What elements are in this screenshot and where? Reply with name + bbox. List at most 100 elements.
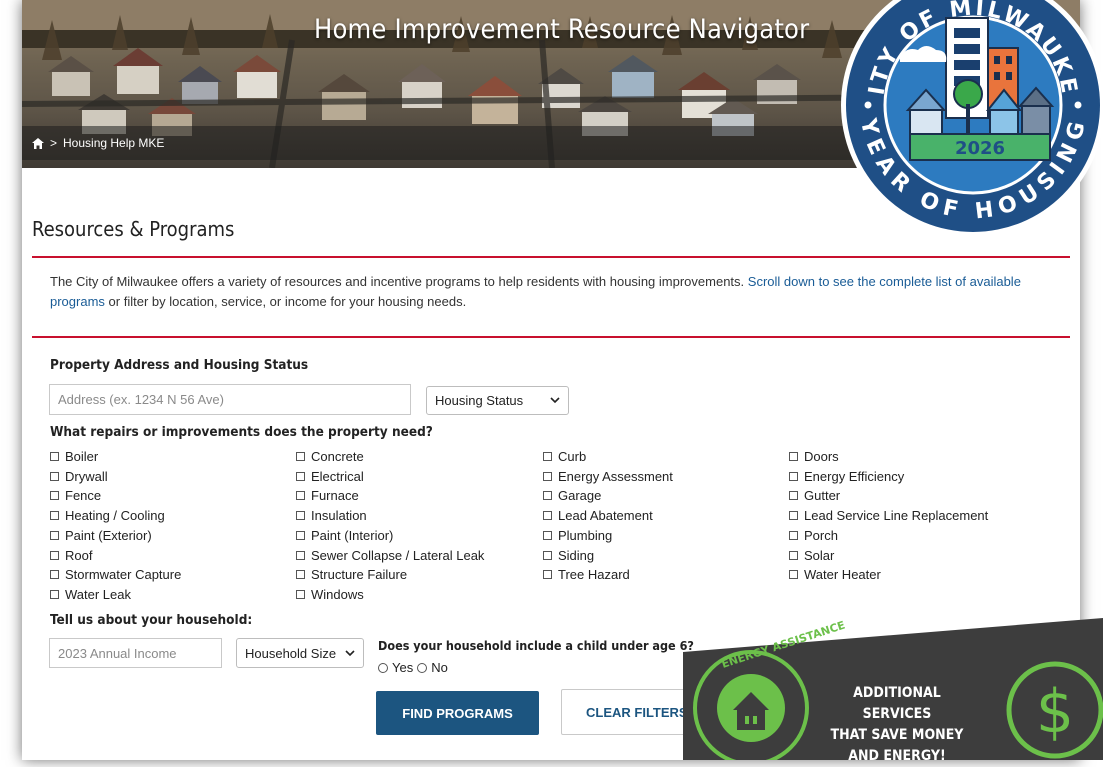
repair-checkbox[interactable] xyxy=(50,530,59,540)
repair-checkbox[interactable] xyxy=(50,589,59,599)
find-programs-button[interactable]: FIND PROGRAMS xyxy=(376,691,539,735)
repair-checkbox[interactable] xyxy=(296,550,305,560)
repair-label[interactable]: Lead Service Line Replacement xyxy=(804,508,988,523)
repair-label[interactable]: Windows xyxy=(311,587,364,602)
breadcrumb-current[interactable]: Housing Help MKE xyxy=(63,136,164,150)
repair-option[interactable]: Energy Assessment xyxy=(543,469,673,484)
repair-label[interactable]: Boiler xyxy=(65,449,98,464)
repair-option[interactable]: Windows xyxy=(296,587,364,602)
repair-option[interactable]: Stormwater Capture xyxy=(50,567,181,582)
repair-checkbox[interactable] xyxy=(296,471,305,481)
repair-label[interactable]: Furnace xyxy=(311,488,359,503)
repair-checkbox[interactable] xyxy=(296,530,305,540)
repair-checkbox[interactable] xyxy=(789,511,798,521)
repair-label[interactable]: Energy Assessment xyxy=(558,469,673,484)
repair-checkbox[interactable] xyxy=(50,452,59,461)
repair-checkbox[interactable] xyxy=(50,471,59,481)
no-label[interactable]: No xyxy=(431,660,448,675)
repair-option[interactable]: Gutter xyxy=(789,488,840,503)
repair-checkbox[interactable] xyxy=(789,550,798,560)
repair-option[interactable]: Water Leak xyxy=(50,587,131,602)
repair-label[interactable]: Fence xyxy=(65,488,101,503)
repair-checkbox[interactable] xyxy=(296,452,305,461)
repair-label[interactable]: Sewer Collapse / Lateral Leak xyxy=(311,548,484,563)
repair-checkbox[interactable] xyxy=(789,491,798,501)
repair-checkbox[interactable] xyxy=(50,511,59,521)
repair-label[interactable]: Energy Efficiency xyxy=(804,469,904,484)
repair-checkbox[interactable] xyxy=(543,471,552,481)
repair-option[interactable]: Paint (Interior) xyxy=(296,528,393,543)
repair-checkbox[interactable] xyxy=(789,530,798,540)
repair-option[interactable]: Lead Service Line Replacement xyxy=(789,508,988,523)
repair-option[interactable]: Roof xyxy=(50,548,92,563)
repair-checkbox[interactable] xyxy=(789,570,798,580)
repair-checkbox[interactable] xyxy=(50,491,59,501)
repair-checkbox[interactable] xyxy=(50,570,59,580)
repair-checkbox[interactable] xyxy=(543,530,552,540)
repair-checkbox[interactable] xyxy=(789,471,798,481)
repair-option[interactable]: Concrete xyxy=(296,449,364,464)
home-icon[interactable] xyxy=(32,137,44,149)
repair-option[interactable]: Fence xyxy=(50,488,101,503)
repair-option[interactable]: Drywall xyxy=(50,469,108,484)
yes-label[interactable]: Yes xyxy=(392,660,413,675)
repair-label[interactable]: Heating / Cooling xyxy=(65,508,165,523)
repair-label[interactable]: Doors xyxy=(804,449,839,464)
repair-option[interactable]: Insulation xyxy=(296,508,367,523)
repair-checkbox[interactable] xyxy=(543,491,552,501)
repair-option[interactable]: Siding xyxy=(543,548,594,563)
repair-label[interactable]: Siding xyxy=(558,548,594,563)
repair-checkbox[interactable] xyxy=(296,491,305,501)
repair-option[interactable]: Tree Hazard xyxy=(543,567,630,582)
repair-label[interactable]: Plumbing xyxy=(558,528,612,543)
repair-option[interactable]: Doors xyxy=(789,449,839,464)
repair-option[interactable]: Heating / Cooling xyxy=(50,508,165,523)
repair-label[interactable]: Solar xyxy=(804,548,834,563)
repair-option[interactable]: Paint (Exterior) xyxy=(50,528,152,543)
promo-text[interactable]: ADDITIONAL SERVICES THAT SAVE MONEY AND … xyxy=(822,683,972,767)
repair-option[interactable]: Energy Efficiency xyxy=(789,469,904,484)
repair-label[interactable]: Electrical xyxy=(311,469,364,484)
repair-option[interactable]: Boiler xyxy=(50,449,98,464)
yes-radio[interactable] xyxy=(378,662,388,673)
repair-label[interactable]: Garage xyxy=(558,488,601,503)
repair-checkbox[interactable] xyxy=(543,570,552,580)
repair-option[interactable]: Furnace xyxy=(296,488,359,503)
repair-checkbox[interactable] xyxy=(543,511,552,521)
household-size-select[interactable]: Household Size xyxy=(236,638,364,668)
repair-label[interactable]: Water Heater xyxy=(804,567,881,582)
repair-checkbox[interactable] xyxy=(50,550,59,560)
repair-option[interactable]: Plumbing xyxy=(543,528,612,543)
repair-checkbox[interactable] xyxy=(543,452,552,461)
repair-label[interactable]: Gutter xyxy=(804,488,840,503)
repair-option[interactable]: Structure Failure xyxy=(296,567,407,582)
repair-option[interactable]: Solar xyxy=(789,548,834,563)
annual-income-input[interactable]: 2023 Annual Income xyxy=(49,638,222,668)
repair-label[interactable]: Lead Abatement xyxy=(558,508,653,523)
repair-label[interactable]: Structure Failure xyxy=(311,567,407,582)
repair-label[interactable]: Insulation xyxy=(311,508,367,523)
repair-option[interactable]: Electrical xyxy=(296,469,364,484)
repair-checkbox[interactable] xyxy=(789,452,798,461)
repair-checkbox[interactable] xyxy=(296,589,305,599)
repair-label[interactable]: Paint (Exterior) xyxy=(65,528,152,543)
repair-label[interactable]: Paint (Interior) xyxy=(311,528,393,543)
repair-option[interactable]: Porch xyxy=(789,528,838,543)
no-radio[interactable] xyxy=(417,662,428,673)
repair-option[interactable]: Garage xyxy=(543,488,601,503)
repair-label[interactable]: Porch xyxy=(804,528,838,543)
repair-label[interactable]: Water Leak xyxy=(65,587,131,602)
housing-status-select[interactable]: Housing Status xyxy=(426,386,569,415)
repair-label[interactable]: Drywall xyxy=(65,469,108,484)
repair-option[interactable]: Curb xyxy=(543,449,586,464)
repair-label[interactable]: Roof xyxy=(65,548,92,563)
repair-checkbox[interactable] xyxy=(296,570,305,580)
repair-checkbox[interactable] xyxy=(543,550,552,560)
repair-label[interactable]: Tree Hazard xyxy=(558,567,630,582)
repair-option[interactable]: Water Heater xyxy=(789,567,881,582)
repair-label[interactable]: Stormwater Capture xyxy=(65,567,181,582)
repair-label[interactable]: Curb xyxy=(558,449,586,464)
repair-label[interactable]: Concrete xyxy=(311,449,364,464)
repair-option[interactable]: Sewer Collapse / Lateral Leak xyxy=(296,548,484,563)
repair-option[interactable]: Lead Abatement xyxy=(543,508,653,523)
